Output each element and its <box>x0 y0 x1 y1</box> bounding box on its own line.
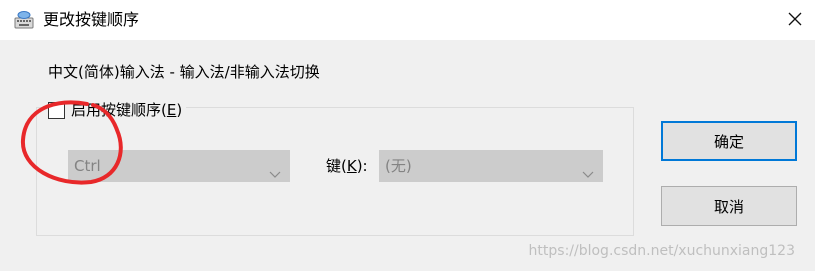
enable-key-sequence-label[interactable]: 启用按键顺序(E) <box>71 100 182 120</box>
key-label: 键(K): <box>326 157 368 175</box>
close-button[interactable] <box>775 0 815 40</box>
window-title: 更改按键顺序 <box>43 10 140 29</box>
modifier-select[interactable]: Ctrl <box>68 150 290 182</box>
cancel-button[interactable]: 取消 <box>661 186 797 226</box>
language-label: 中文(简体)输入法 - 输入法/非输入法切换 <box>48 63 320 81</box>
enable-key-sequence-row[interactable]: 启用按键顺序(E) <box>44 98 187 122</box>
chevron-down-icon <box>582 160 594 190</box>
watermark: https://blog.csdn.net/xuchunxiang123 <box>528 243 795 259</box>
keyboard-icon <box>14 10 34 30</box>
ok-button[interactable]: 确定 <box>661 121 797 161</box>
close-icon <box>788 11 802 30</box>
enable-key-sequence-checkbox[interactable] <box>48 101 65 119</box>
modifier-select-value: Ctrl <box>74 157 101 175</box>
key-select[interactable]: (无) <box>379 150 603 182</box>
title-bar: 更改按键顺序 <box>0 0 815 40</box>
dialog-body: 中文(简体)输入法 - 输入法/非输入法切换 启用按键顺序(E) Ctrl 键(… <box>0 40 815 271</box>
chevron-down-icon <box>269 160 281 190</box>
key-select-value: (无) <box>385 157 412 175</box>
